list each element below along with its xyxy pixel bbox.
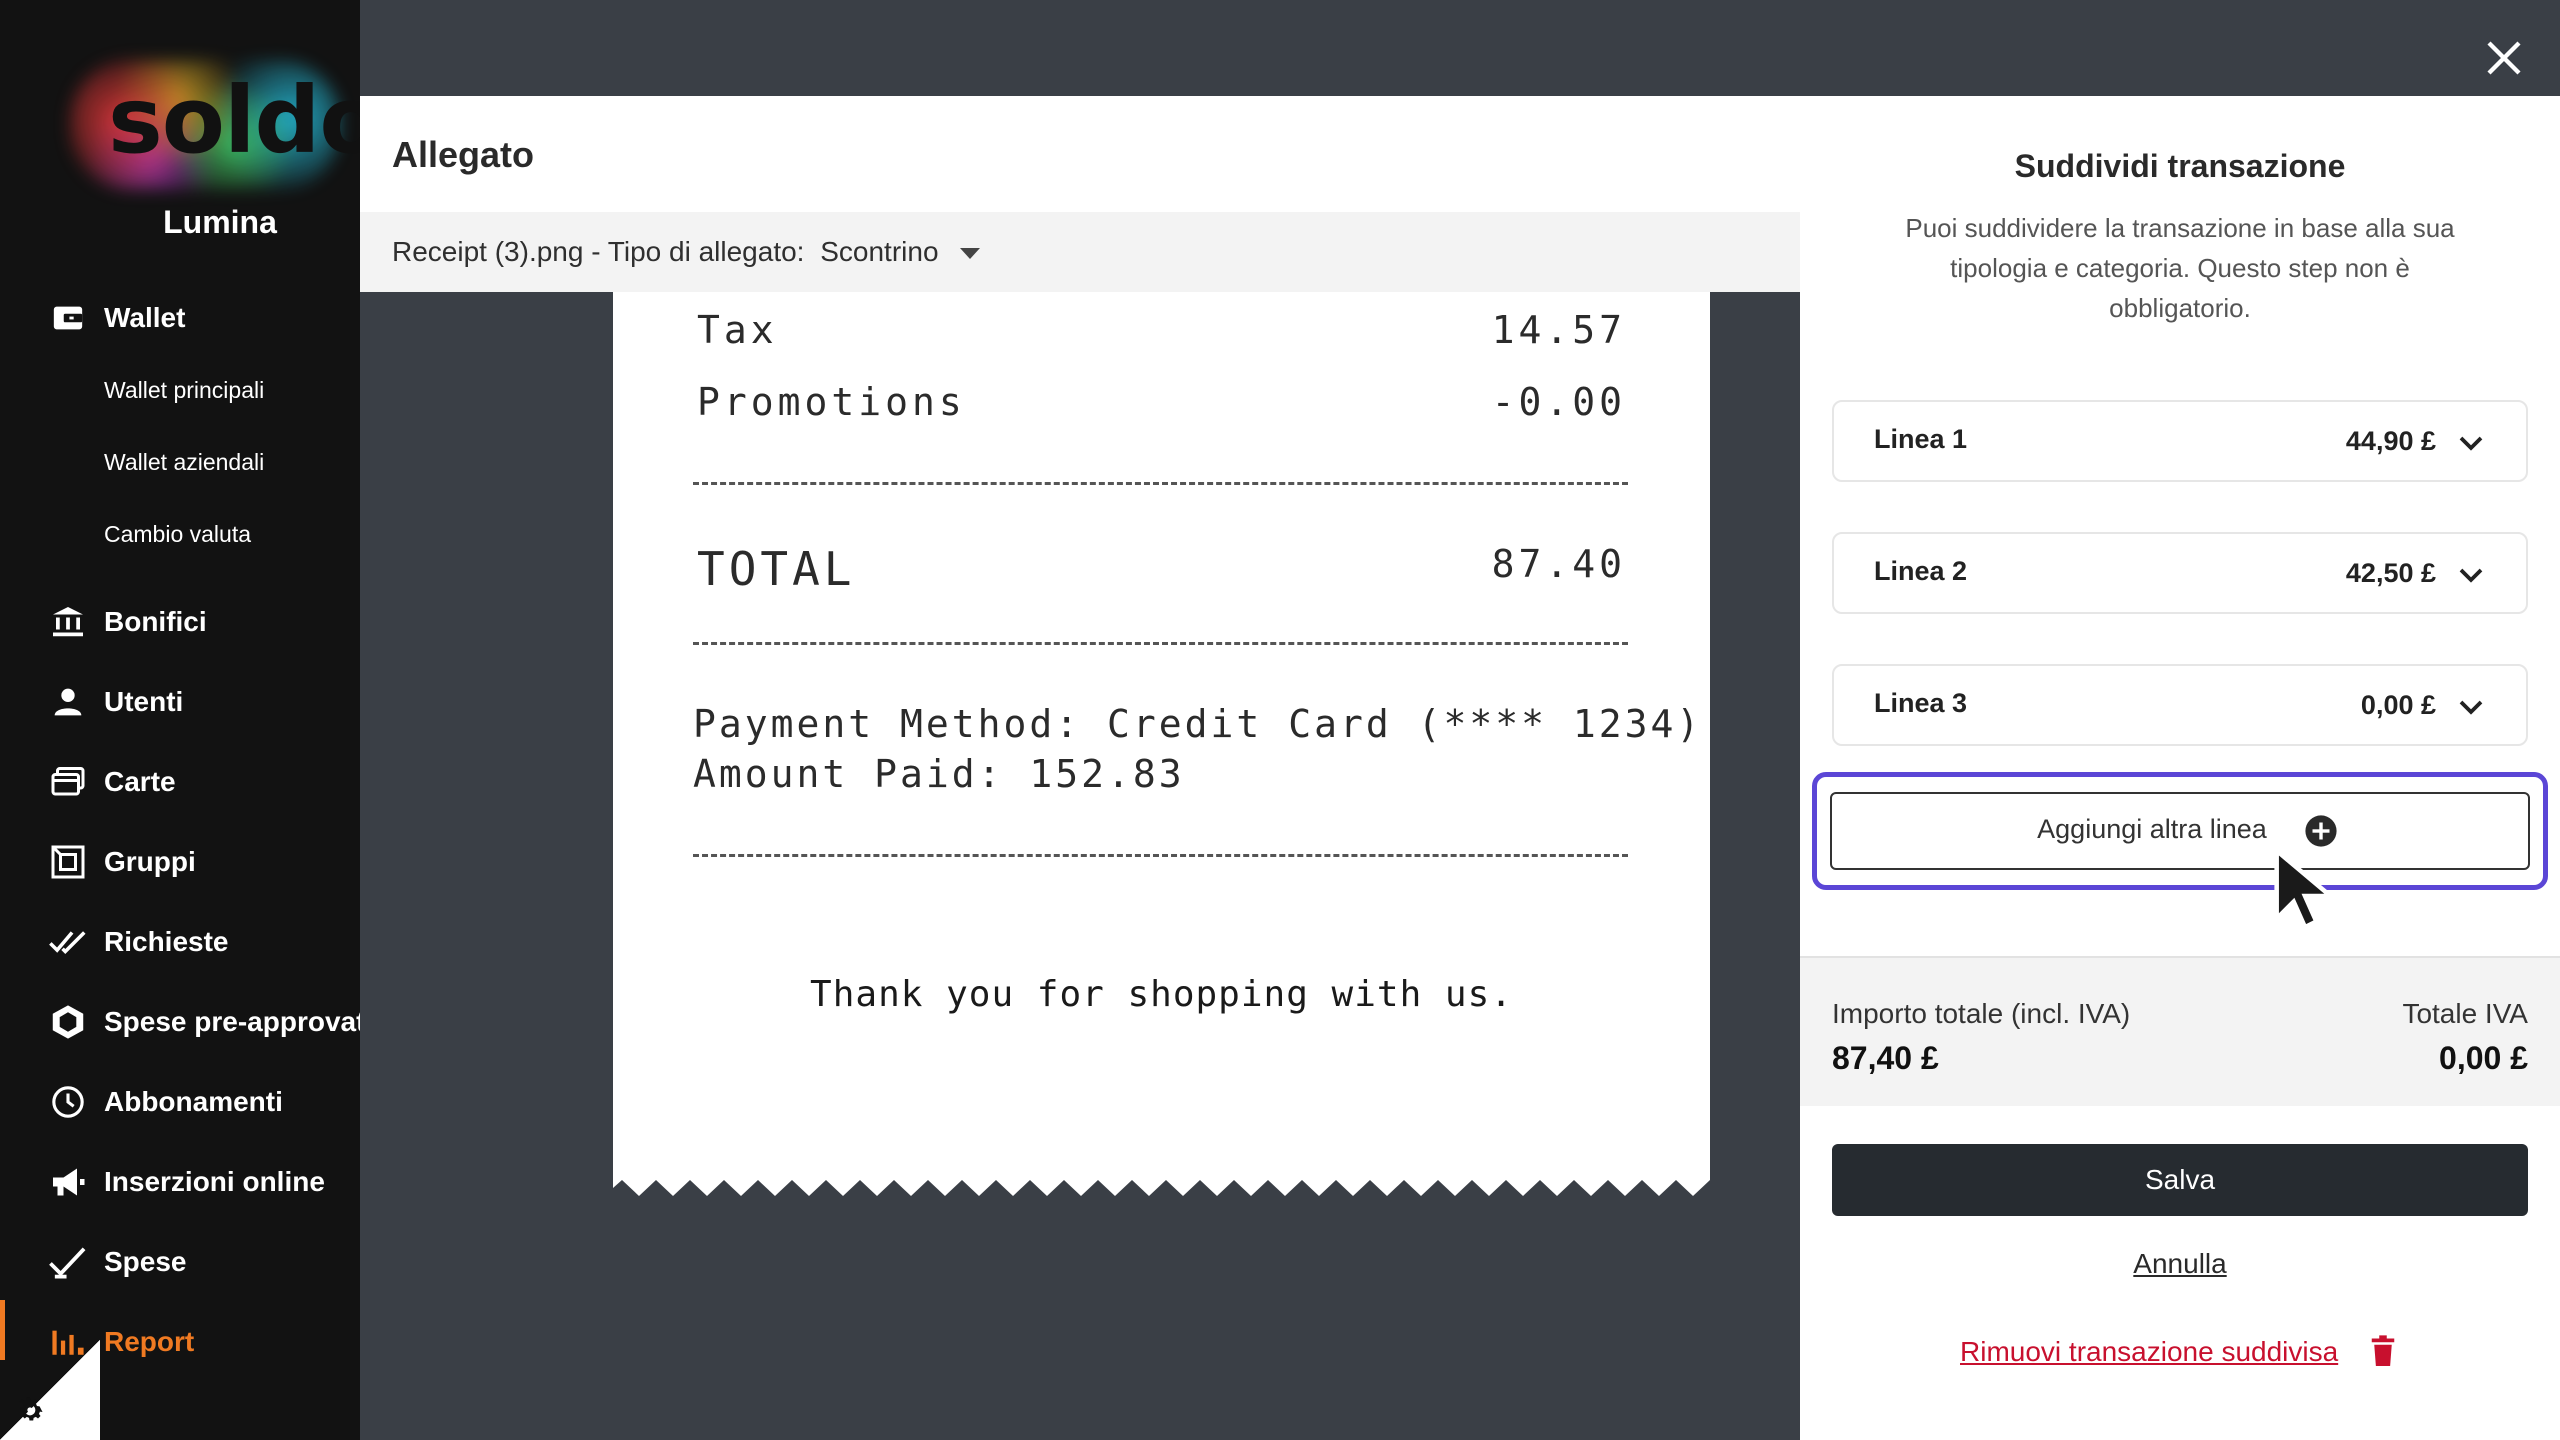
sidebar-item-gruppi[interactable]: Gruppi [48, 837, 196, 887]
trash-icon[interactable] [2368, 1334, 2398, 1368]
sidebar-item-label: Spese [104, 1246, 187, 1277]
attachment-title: Allegato [392, 134, 535, 175]
chevron-down-icon [2459, 568, 2483, 583]
receipt-divider [693, 482, 1628, 485]
sidebar-item-utenti[interactable]: Utenti [48, 677, 183, 727]
sidebar-item-label: Bonifici [104, 606, 207, 637]
line-name: Linea 1 [1874, 424, 1968, 454]
split-line-2[interactable]: Linea 2 42,50 £ [1832, 532, 2528, 614]
receipt-tax-label: Tax [697, 308, 778, 352]
receipt-torn-edge [613, 1170, 1710, 1196]
hexagon-icon [48, 1002, 88, 1042]
sidebar-item-label: Utenti [104, 686, 184, 717]
line-amount: 44,90 £ [2345, 426, 2436, 456]
sidebar-subitem-wallet-principali[interactable]: Wallet principali [104, 377, 264, 404]
save-button[interactable]: Salva [1832, 1144, 2528, 1216]
plus-circle-icon [2305, 815, 2337, 847]
add-line-label: Aggiungi altra linea [2037, 814, 2267, 844]
cancel-link[interactable]: Annulla [1800, 1248, 2560, 1280]
receipt-image: Tax 14.57 Promotions -0.00 TOTAL 87.40 P… [613, 292, 1710, 1196]
sidebar-subitem-cambio-valuta[interactable]: Cambio valuta [104, 521, 251, 548]
sidebar-item-bonifici[interactable]: Bonifici [48, 597, 207, 647]
sidebar-item-label: Richieste [104, 926, 229, 957]
receipt-divider [693, 854, 1628, 857]
attachment-file-info: Receipt (3).png - Tipo di allegato: Scon… [392, 236, 981, 268]
wallet-icon [48, 298, 88, 338]
sidebar-item-carte[interactable]: Carte [48, 757, 176, 807]
cards-icon [48, 762, 88, 802]
gear-icon[interactable] [14, 1394, 46, 1426]
sidebar-item-spese[interactable]: Spese [48, 1237, 187, 1287]
split-transaction-panel: Suddividi transazione Puoi suddividere l… [1800, 96, 2560, 1440]
sidebar-item-spese-pre-approvate[interactable]: Spese pre-approvat [48, 997, 360, 1047]
split-line-3[interactable]: Linea 3 0,00 £ [1832, 664, 2528, 746]
sidebar-item-abbonamenti[interactable]: Abbonamenti [48, 1077, 283, 1127]
soldo-logo: soldo [60, 55, 360, 195]
sidebar-item-richieste[interactable]: Richieste [48, 917, 229, 967]
line-amount: 42,50 £ [2345, 558, 2436, 588]
receipt-amount-paid: Amount Paid: 152.83 [693, 752, 1185, 796]
line-name: Linea 3 [1874, 688, 1968, 718]
sidebar-item-label: Inserzioni online [104, 1166, 325, 1197]
sidebar-item-label: Abbonamenti [104, 1086, 283, 1117]
sidebar-item-inserzioni-online[interactable]: Inserzioni online [48, 1157, 325, 1207]
line-name: Linea 2 [1874, 556, 1968, 586]
sidebar-item-label: Spese pre-approvat [104, 1006, 360, 1037]
check-pen-icon [48, 1242, 88, 1282]
total-amount-label: Importo totale (incl. IVA) [1832, 998, 2131, 1029]
split-line-1[interactable]: Linea 1 44,90 £ [1832, 400, 2528, 482]
groups-icon [48, 842, 88, 882]
split-title: Suddividi transazione [2014, 148, 2346, 184]
attachment-header: Allegato [360, 96, 1800, 212]
caret-down-icon [960, 248, 981, 260]
attachment-type-select[interactable]: Scontrino [820, 236, 981, 267]
attachment-toolbar: Receipt (3).png - Tipo di allegato: Scon… [360, 212, 2118, 292]
receipt-promotions-row: Promotions -0.00 [697, 380, 1626, 424]
user-icon [48, 682, 88, 722]
organization-name: Lumina [163, 204, 277, 240]
sidebar-item-label: Gruppi [104, 846, 196, 877]
close-icon[interactable] [2484, 38, 2524, 78]
receipt-tax-value: 14.57 [1491, 308, 1626, 352]
totals-section: Importo totale (incl. IVA) 87,40 £ Total… [1800, 956, 2560, 1106]
split-description: Puoi suddividere la transazione in base … [1905, 213, 2455, 323]
total-vat-value: 0,00 £ [2439, 1040, 2528, 1076]
receipt-total-label: TOTAL [697, 542, 856, 596]
receipt-divider [693, 642, 1628, 645]
receipt-total-row: TOTAL 87.40 [697, 542, 1626, 596]
attachment-viewer: Tax 14.57 Promotions -0.00 TOTAL 87.40 P… [360, 292, 1800, 1440]
receipt-tax-row: Tax 14.57 [697, 308, 1626, 352]
attachment-file-name: Receipt (3).png - Tipo di allegato: [392, 236, 805, 267]
sidebar-item-label: Carte [104, 766, 176, 797]
receipt-promotions-value: -0.00 [1491, 380, 1626, 424]
sidebar-item-label: Report [104, 1326, 195, 1357]
sidebar-item-wallet[interactable]: Wallet [48, 293, 185, 343]
sidebar: soldo Lumina Wallet Wallet principali Wa… [0, 0, 360, 1440]
sidebar-item-label: Wallet [104, 302, 186, 333]
attachment-type-value: Scontrino [820, 236, 939, 267]
line-amount: 0,00 £ [2360, 690, 2436, 720]
bank-transfer-icon [48, 602, 88, 642]
chevron-down-icon [2459, 700, 2483, 715]
sidebar-subitem-wallet-aziendali[interactable]: Wallet aziendali [104, 449, 264, 476]
add-line-button[interactable]: Aggiungi altra linea [1830, 792, 2530, 870]
clock-icon [48, 1082, 88, 1122]
megaphone-icon [48, 1162, 88, 1202]
logo-text: soldo [108, 67, 360, 174]
double-check-icon [48, 922, 88, 962]
mouse-cursor-icon [2274, 845, 2337, 930]
total-vat-label: Totale IVA [2402, 998, 2528, 1029]
receipt-payment-method: Payment Method: Credit Card (**** 1234) [693, 702, 1703, 746]
receipt-total-value: 87.40 [1491, 542, 1626, 586]
remove-split-link[interactable]: Rimuovi transazione suddivisa [1960, 1336, 2338, 1368]
total-amount-value: 87,40 £ [1832, 1040, 1939, 1076]
chevron-down-icon [2459, 436, 2483, 451]
receipt-promotions-label: Promotions [697, 380, 966, 424]
receipt-thanks: Thank you for shopping with us. [810, 974, 1513, 1015]
